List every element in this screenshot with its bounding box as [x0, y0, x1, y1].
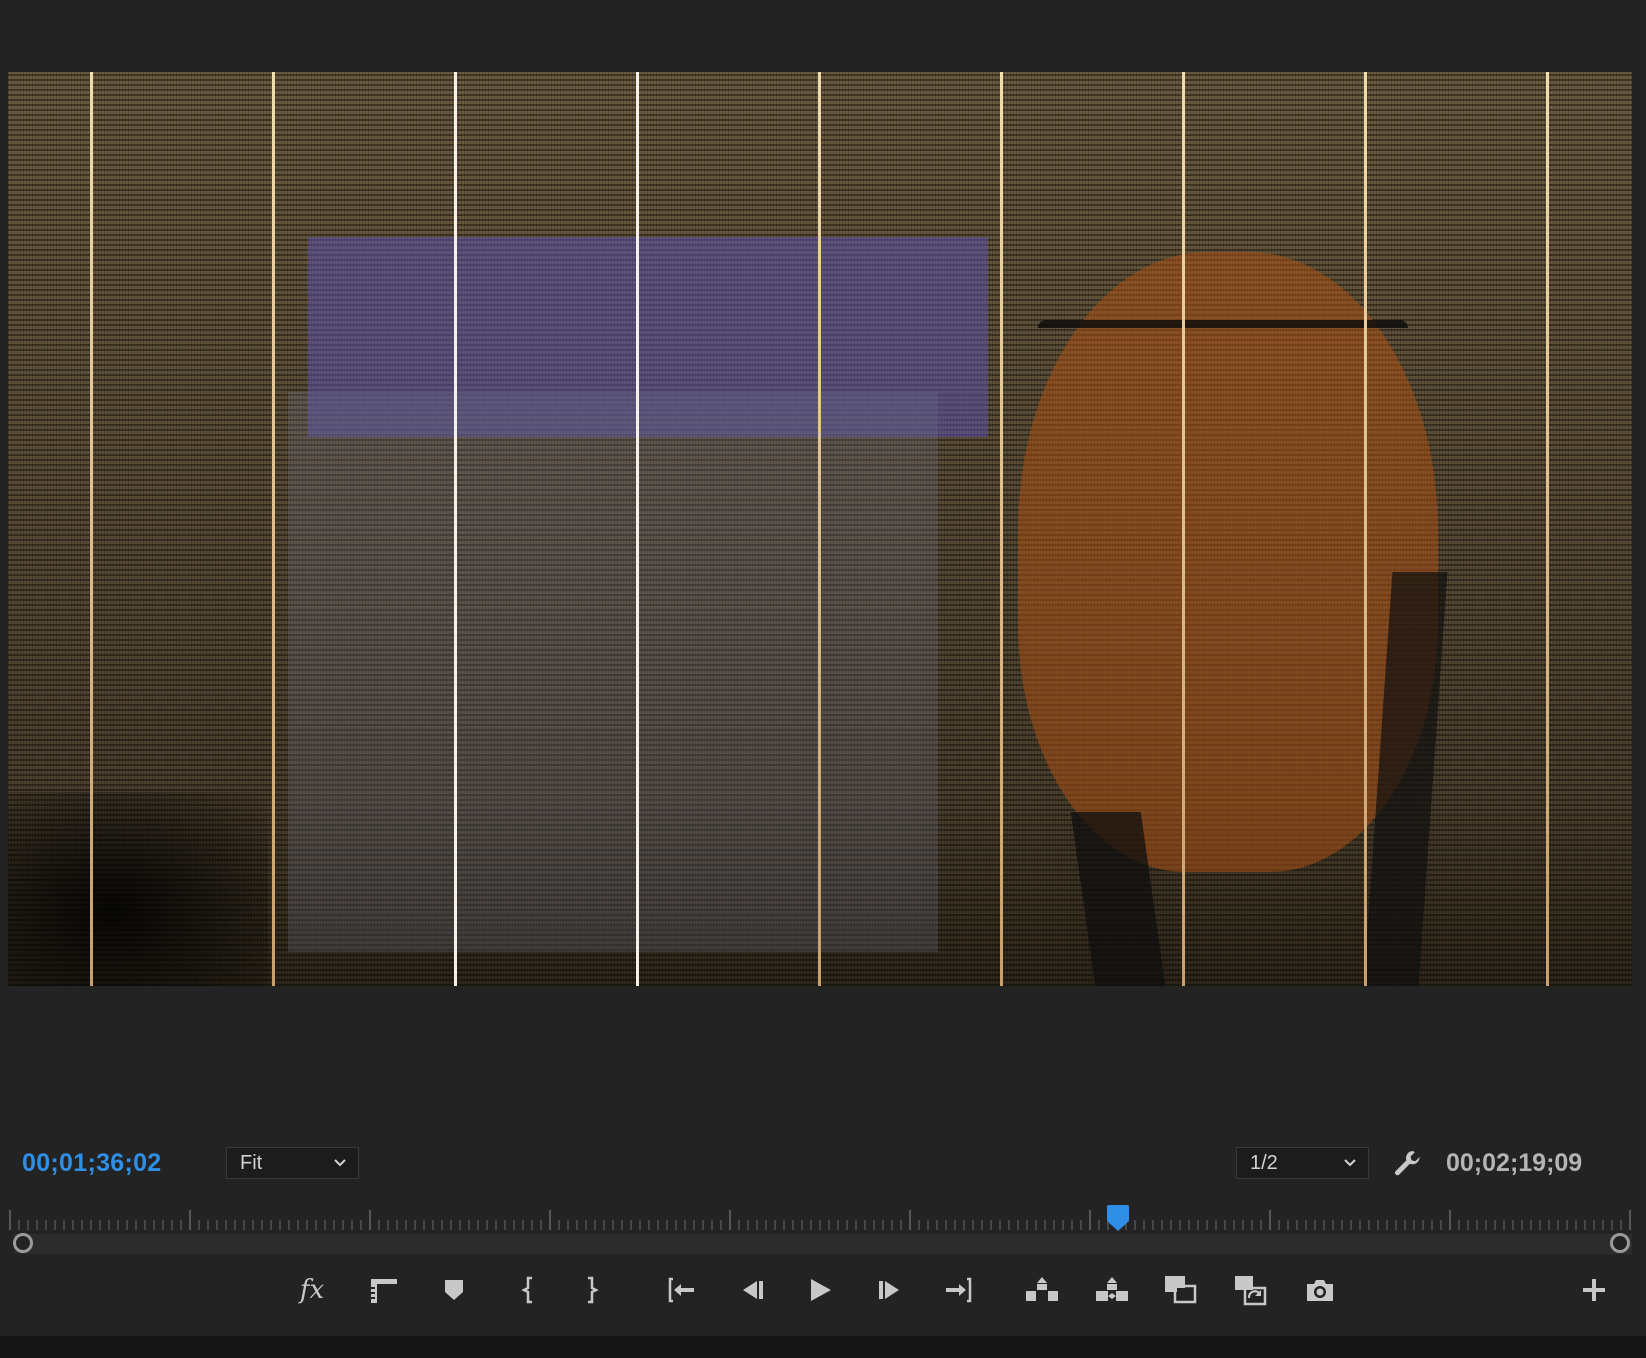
toggle-proxies-button[interactable]: [1232, 1272, 1268, 1308]
camera-icon: [1307, 1280, 1333, 1301]
vertical-stripe: [1000, 72, 1003, 986]
lift-icon: [1026, 1277, 1058, 1301]
wrench-icon[interactable]: [1392, 1148, 1424, 1180]
playhead-marker[interactable]: [1107, 1205, 1129, 1231]
safe-margins-icon: [371, 1279, 397, 1303]
person-glasses: [1038, 320, 1408, 358]
step-forward-button[interactable]: [872, 1272, 908, 1308]
step-back-button[interactable]: [734, 1272, 770, 1308]
mark-out-icon: [588, 1276, 599, 1304]
go-to-out-icon: [946, 1277, 972, 1303]
chevron-down-icon: [334, 1159, 346, 1167]
mark-out-button[interactable]: [574, 1272, 610, 1308]
toggle-proxies-icon: [1235, 1276, 1267, 1306]
marker-icon: [445, 1280, 463, 1300]
vertical-stripe: [1182, 72, 1185, 986]
comparison-view-icon: [1165, 1276, 1197, 1304]
duration-timecode: 00;02;19;09: [1446, 1149, 1583, 1177]
scroll-left-handle[interactable]: [13, 1233, 33, 1253]
zoom-scroll-bar[interactable]: [14, 1234, 1632, 1254]
go-to-in-button[interactable]: [664, 1272, 700, 1308]
add-marker-button[interactable]: [436, 1272, 472, 1308]
go-to-out-button[interactable]: [940, 1272, 976, 1308]
lift-button[interactable]: [1024, 1272, 1060, 1308]
extract-icon: [1096, 1277, 1128, 1301]
vertical-stripe: [90, 72, 93, 986]
go-to-in-icon: [668, 1277, 694, 1303]
plus-icon: [1583, 1279, 1605, 1301]
mark-in-button[interactable]: [510, 1272, 546, 1308]
zoom-level-dropdown[interactable]: Fit: [226, 1147, 359, 1179]
vertical-stripe: [818, 72, 821, 986]
vertical-stripe: [1546, 72, 1549, 986]
extract-button[interactable]: [1094, 1272, 1130, 1308]
zoom-level-value: Fit: [240, 1152, 263, 1174]
mark-in-icon: [521, 1276, 532, 1304]
resolution-value: 1/2: [1250, 1152, 1278, 1174]
panel-bottom-edge: [0, 1336, 1646, 1358]
play-icon: [811, 1279, 831, 1301]
scroll-right-handle[interactable]: [1610, 1233, 1630, 1253]
chevron-down-icon: [1344, 1159, 1356, 1167]
button-editor-button[interactable]: [1576, 1272, 1612, 1308]
resolution-dropdown[interactable]: 1/2: [1236, 1147, 1369, 1179]
current-timecode[interactable]: 00;01;36;02: [22, 1149, 162, 1178]
fx-button[interactable]: fx: [294, 1272, 330, 1308]
video-preview[interactable]: [8, 72, 1632, 986]
desk-graphic: [288, 392, 938, 952]
vertical-stripe: [272, 72, 275, 986]
play-button[interactable]: [802, 1272, 838, 1308]
step-forward-icon: [879, 1281, 899, 1299]
program-monitor-panel: 00;01;36;02 Fit 1/2 00;02;19;09 fx: [0, 0, 1646, 1336]
vertical-stripe: [1364, 72, 1367, 986]
fx-icon: fx: [299, 1275, 325, 1305]
vertical-stripe: [636, 72, 639, 986]
export-frame-button[interactable]: [1302, 1272, 1338, 1308]
shadow-bottom-left: [8, 792, 268, 986]
vertical-stripe: [454, 72, 457, 986]
comparison-view-button[interactable]: [1162, 1272, 1198, 1308]
step-back-icon: [743, 1281, 763, 1299]
safe-margins-button[interactable]: [366, 1272, 402, 1308]
time-ruler[interactable]: [8, 1208, 1632, 1232]
